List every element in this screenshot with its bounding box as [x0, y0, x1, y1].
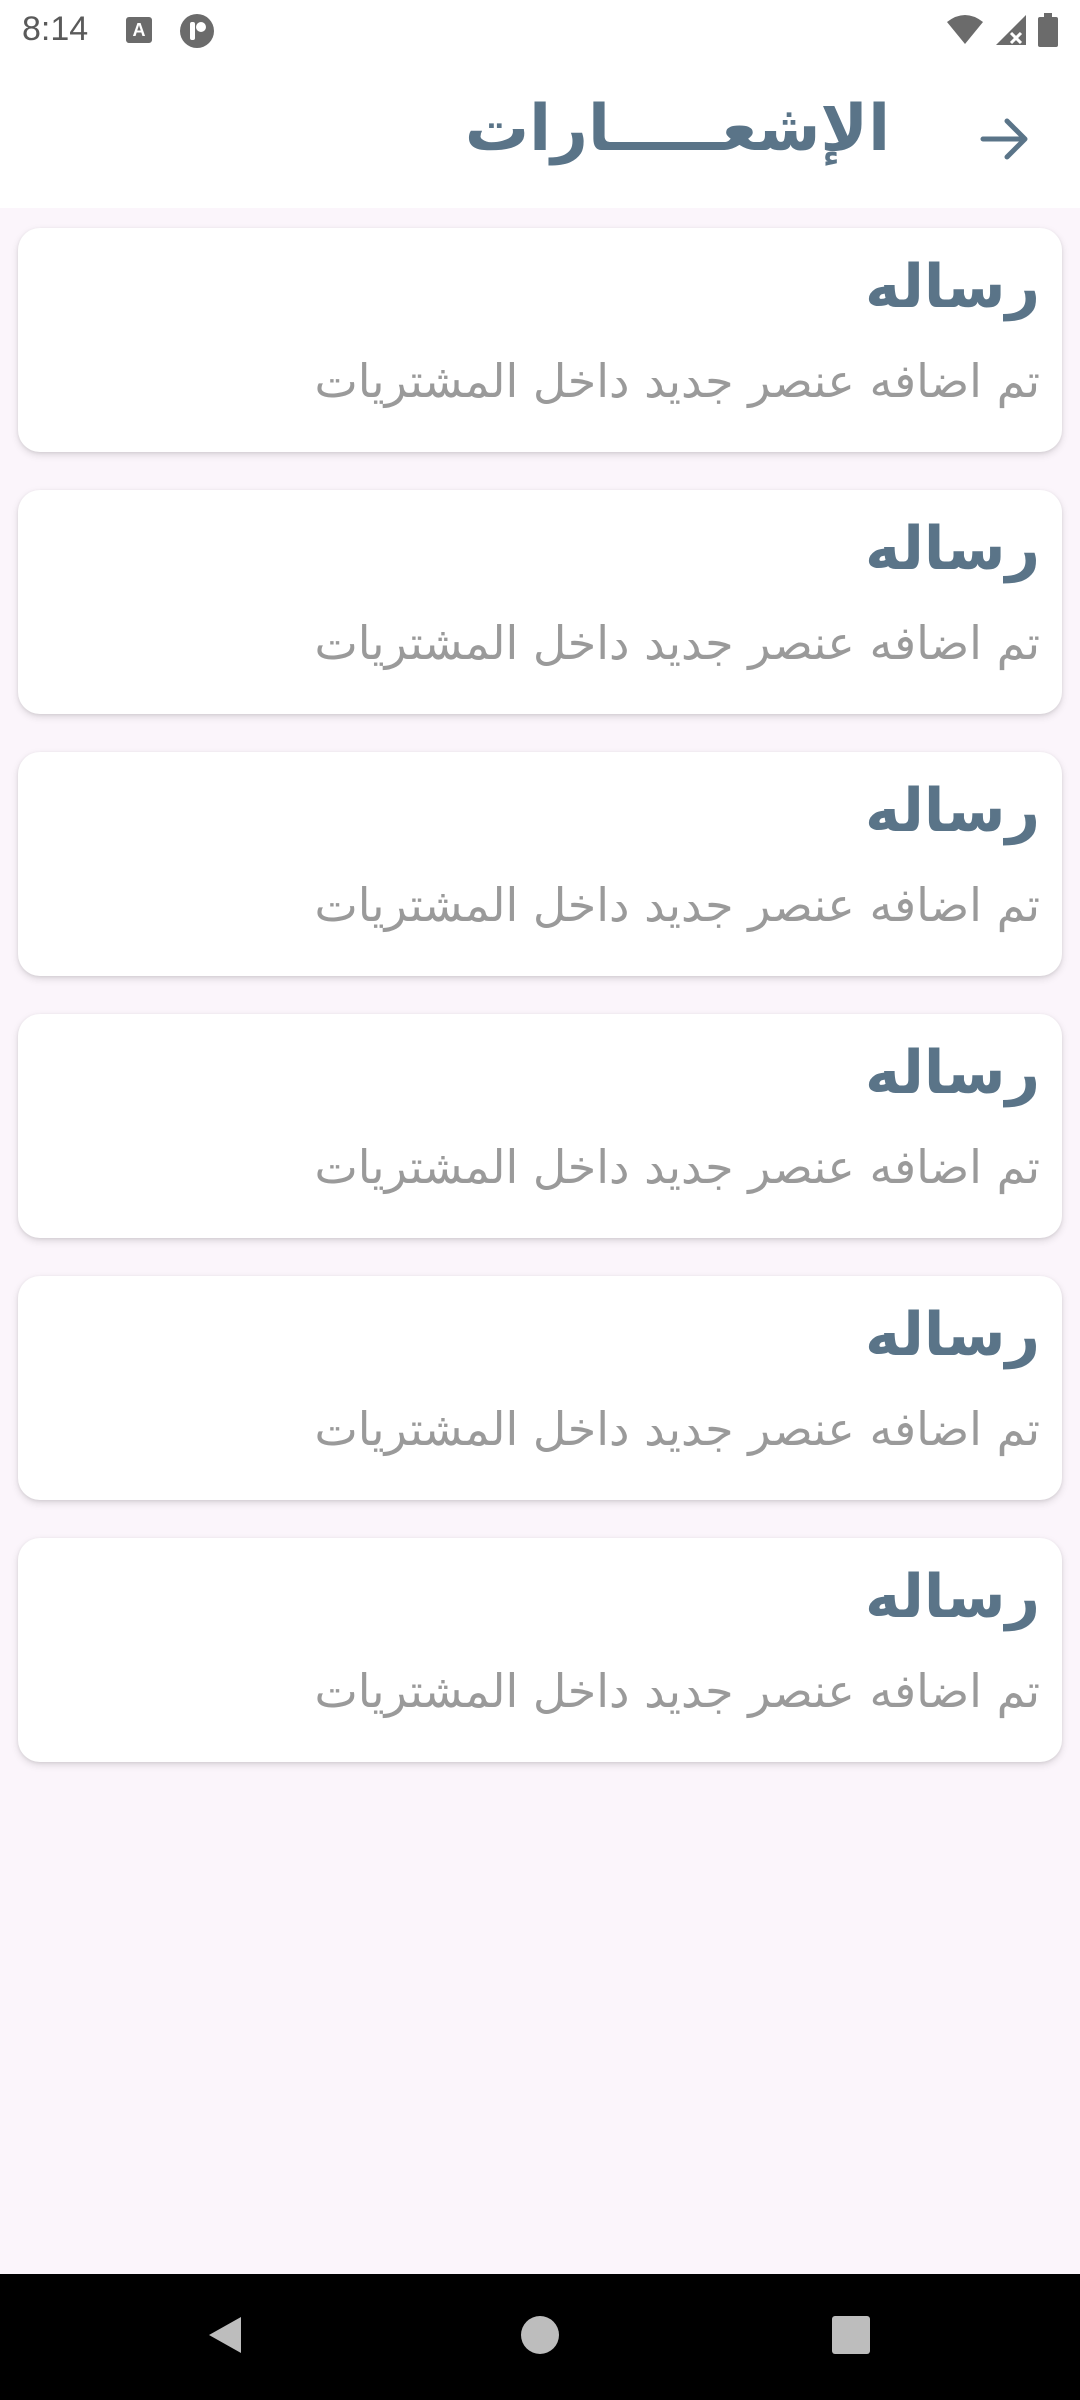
status-right-icons — [946, 13, 1058, 51]
arrow-right-icon — [977, 111, 1033, 171]
back-button[interactable] — [970, 106, 1040, 176]
system-nav-bar — [0, 2274, 1080, 2400]
notification-body: تم اضافه عنصر جديد داخل المشتريات — [314, 354, 1040, 408]
notification-card[interactable]: رساله تم اضافه عنصر جديد داخل المشتريات — [18, 1276, 1062, 1500]
notification-body: تم اضافه عنصر جديد داخل المشتريات — [314, 1402, 1040, 1456]
recents-square-icon — [829, 2313, 873, 2361]
nav-home-button[interactable] — [507, 2304, 573, 2370]
home-circle-icon — [518, 2313, 562, 2361]
notification-card[interactable]: رساله تم اضافه عنصر جديد داخل المشتريات — [18, 1014, 1062, 1238]
app-bar: الإشعـــــارات — [0, 64, 1080, 208]
a-box-icon: A — [126, 17, 152, 43]
battery-icon — [1038, 13, 1058, 51]
notification-body: تم اضافه عنصر جديد داخل المشتريات — [314, 1664, 1040, 1718]
notification-body: تم اضافه عنصر جديد داخل المشتريات — [314, 616, 1040, 670]
back-triangle-icon — [203, 2313, 247, 2361]
nav-recents-button[interactable] — [818, 2304, 884, 2370]
notification-body: تم اضافه عنصر جديد داخل المشتريات — [314, 1140, 1040, 1194]
wifi-icon — [946, 14, 984, 50]
signal-x-icon — [994, 13, 1028, 51]
nav-back-button[interactable] — [192, 2304, 258, 2370]
notification-card[interactable]: رساله تم اضافه عنصر جديد داخل المشتريات — [18, 228, 1062, 452]
notification-title: رساله — [865, 1038, 1040, 1108]
notification-card[interactable]: رساله تم اضافه عنصر جديد داخل المشتريات — [18, 752, 1062, 976]
notification-title: رساله — [865, 514, 1040, 584]
notification-title: رساله — [865, 252, 1040, 322]
circle-p-icon — [179, 13, 215, 49]
notification-body: تم اضافه عنصر جديد داخل المشتريات — [314, 878, 1040, 932]
status-bar: 8:14 A — [0, 0, 1080, 64]
notification-title: رساله — [865, 1562, 1040, 1632]
notification-list: رساله تم اضافه عنصر جديد داخل المشتريات … — [18, 228, 1062, 1800]
page-title: الإشعـــــارات — [464, 92, 890, 166]
notification-card[interactable]: رساله تم اضافه عنصر جديد داخل المشتريات — [18, 490, 1062, 714]
status-time: 8:14 — [22, 10, 89, 48]
notification-title: رساله — [865, 1300, 1040, 1370]
notification-card[interactable]: رساله تم اضافه عنصر جديد داخل المشتريات — [18, 1538, 1062, 1762]
notification-title: رساله — [865, 776, 1040, 846]
